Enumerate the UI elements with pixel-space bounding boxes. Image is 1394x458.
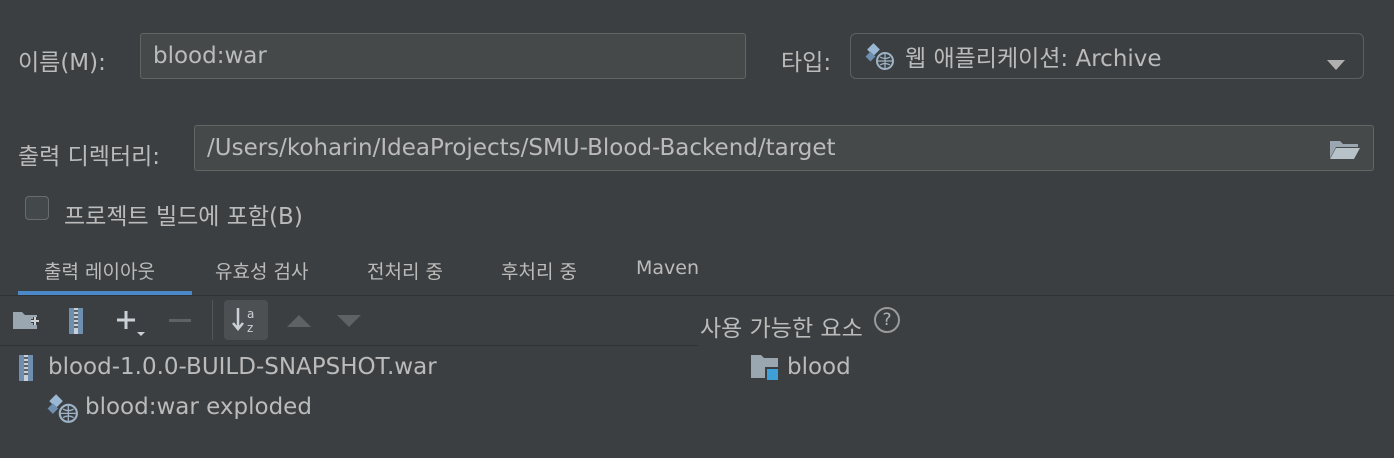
svg-text:z: z xyxy=(247,321,253,335)
tab-preprocessing[interactable]: 전처리 중 xyxy=(367,257,443,284)
module-folder-icon xyxy=(750,352,782,382)
tab-output-layout[interactable]: 출력 레이아웃 xyxy=(44,257,155,284)
web-app-icon xyxy=(865,41,895,71)
output-dir-input[interactable]: /Users/koharin/IdeaProjects/SMU-Blood-Ba… xyxy=(194,125,1374,171)
toolbar-separator xyxy=(212,300,213,340)
remove-icon[interactable] xyxy=(166,306,194,336)
move-up-icon[interactable] xyxy=(284,306,314,336)
toolbar-divider xyxy=(0,345,698,346)
available-elements-label: 사용 가능한 요소 xyxy=(700,316,863,342)
tree-item-war[interactable]: blood-1.0.0-BUILD-SNAPSHOT.war xyxy=(48,354,437,380)
folder-open-icon[interactable] xyxy=(1329,138,1361,166)
tabs-divider xyxy=(0,295,1394,296)
help-icon-glyph: ? xyxy=(882,310,892,330)
war-archive-icon xyxy=(16,354,38,382)
type-dropdown[interactable]: 웹 애플리케이션: Archive xyxy=(850,33,1364,79)
include-in-build-label: 프로젝트 빌드에 포함(B) xyxy=(64,204,303,230)
include-in-build-checkbox[interactable] xyxy=(25,196,49,220)
svg-text:a: a xyxy=(247,307,254,321)
move-down-icon[interactable] xyxy=(334,306,364,336)
new-folder-icon[interactable] xyxy=(10,306,42,336)
add-icon[interactable] xyxy=(112,306,148,338)
tree-item-exploded[interactable]: blood:war exploded xyxy=(85,394,312,420)
help-icon[interactable]: ? xyxy=(874,307,900,333)
tab-maven[interactable]: Maven xyxy=(636,257,699,279)
archive-icon[interactable] xyxy=(60,306,92,336)
type-label: 타입: xyxy=(781,50,832,76)
name-input[interactable]: blood:war xyxy=(140,33,746,79)
tab-postprocessing[interactable]: 후처리 중 xyxy=(501,257,577,284)
type-dropdown-value: 웹 애플리케이션: Archive xyxy=(905,46,1162,72)
chevron-down-icon xyxy=(1327,51,1345,77)
available-item-blood[interactable]: blood xyxy=(787,354,851,380)
name-label: 이름(M): xyxy=(18,50,106,76)
name-input-value: blood:war xyxy=(153,43,267,69)
web-exploded-icon xyxy=(47,392,79,424)
output-dir-value: /Users/koharin/IdeaProjects/SMU-Blood-Ba… xyxy=(207,135,836,161)
tab-validation[interactable]: 유효성 검사 xyxy=(215,257,308,284)
output-dir-label: 출력 디렉터리: xyxy=(18,144,161,170)
sort-alpha-icon[interactable]: a z xyxy=(224,300,268,340)
